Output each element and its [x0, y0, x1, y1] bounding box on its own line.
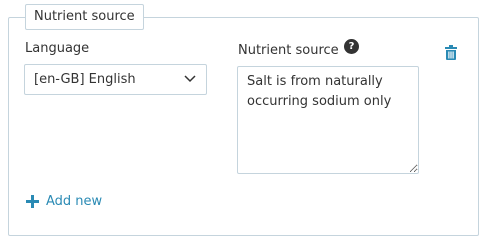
trash-icon[interactable] — [445, 45, 457, 60]
language-label: Language — [25, 41, 90, 56]
chevron-down-icon — [184, 75, 196, 83]
help-icon[interactable]: ? — [344, 39, 359, 54]
nutrient-source-textarea[interactable]: Salt is from naturally occurring sodium … — [237, 66, 419, 174]
language-selected-value: [en-GB] English — [34, 72, 136, 87]
nutrient-source-label: Nutrient source — [238, 43, 339, 58]
add-new-label: Add new — [46, 194, 103, 209]
language-select[interactable]: [en-GB] English — [24, 64, 207, 95]
plus-icon — [26, 195, 39, 208]
fieldset-legend: Nutrient source — [25, 4, 144, 30]
